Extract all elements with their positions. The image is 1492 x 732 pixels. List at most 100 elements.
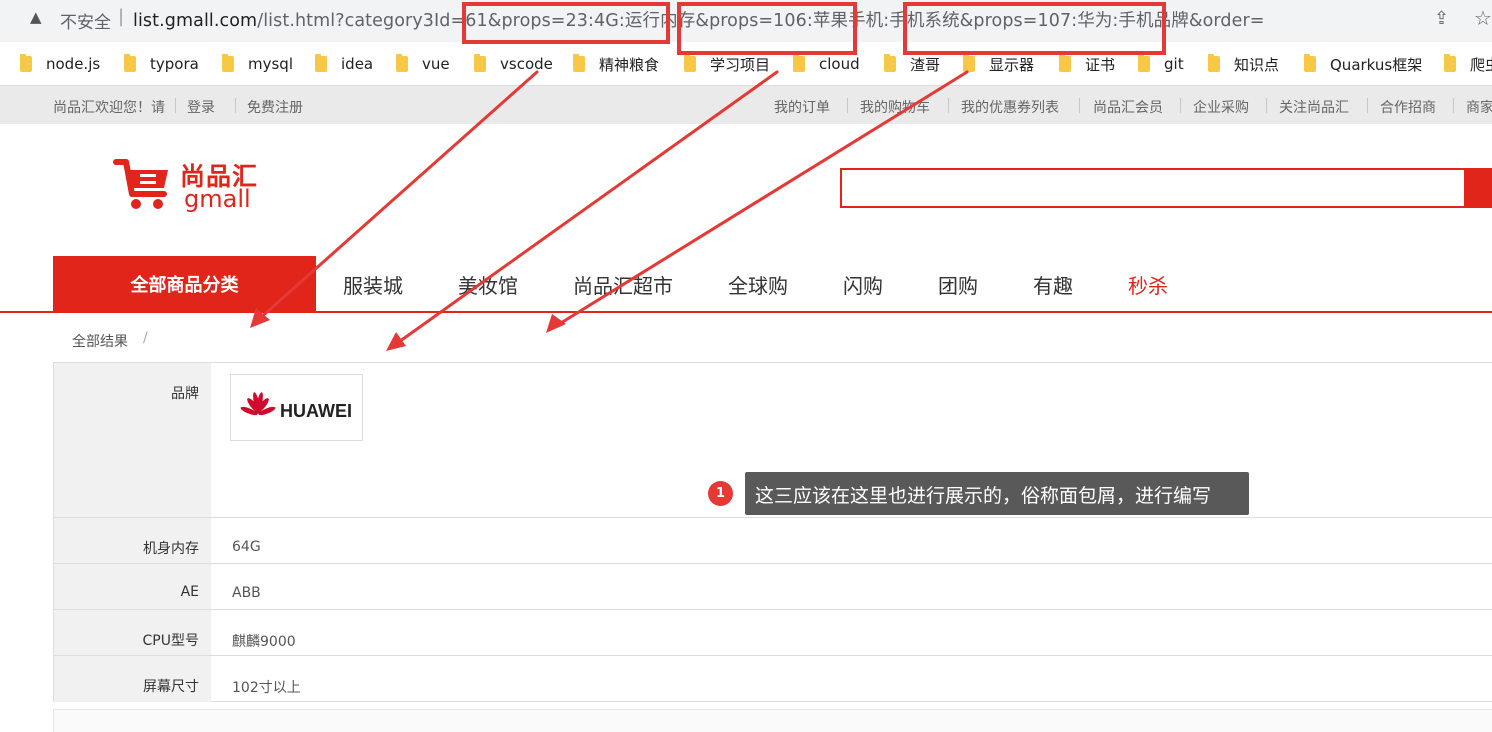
bookmark-item[interactable]: cloud bbox=[793, 54, 860, 74]
divider bbox=[1180, 98, 1181, 113]
nav-item-beauty[interactable]: 美妆馆 bbox=[458, 270, 518, 299]
url-host: list.gmall.com bbox=[133, 11, 258, 31]
attr-key-cell: 机身内存 bbox=[54, 518, 211, 563]
site-shortcut-bar: 尚品汇欢迎您！请 登录 免费注册 我的订单 我的购物车 我的优惠券列表 尚品汇会… bbox=[0, 86, 1492, 124]
search-input[interactable] bbox=[840, 168, 1466, 208]
all-categories-button[interactable]: 全部商品分类 bbox=[53, 256, 316, 312]
breadcrumb-all-results[interactable]: 全部结果 bbox=[72, 331, 128, 351]
folder-icon bbox=[793, 54, 805, 72]
search-button[interactable] bbox=[1464, 168, 1492, 208]
nav-item-fun[interactable]: 有趣 bbox=[1033, 270, 1073, 299]
divider bbox=[1367, 98, 1368, 113]
divider bbox=[235, 98, 236, 113]
login-link[interactable]: 登录 bbox=[187, 97, 215, 117]
attr-key-cell: 屏幕尺寸 bbox=[54, 656, 211, 702]
divider bbox=[1453, 98, 1454, 113]
attr-key: AE bbox=[180, 584, 199, 600]
nav-underline bbox=[0, 311, 1492, 313]
url-highlight-box bbox=[462, 2, 670, 44]
cart-logo-icon[interactable] bbox=[112, 156, 172, 214]
nav-item-clothing[interactable]: 服装城 bbox=[343, 270, 403, 299]
bookmark-item[interactable]: Quarkus框架 bbox=[1304, 54, 1422, 74]
attr-row: AE ABB bbox=[54, 564, 1492, 610]
bookmark-item[interactable]: vue bbox=[396, 54, 450, 74]
arrowhead bbox=[386, 332, 406, 351]
bookmark-item[interactable]: mysql bbox=[222, 54, 293, 74]
folder-icon bbox=[573, 54, 585, 72]
my-orders-link[interactable]: 我的订单 bbox=[774, 97, 830, 117]
arrowhead bbox=[546, 314, 566, 333]
folder-icon bbox=[396, 54, 408, 72]
attr-row: 屏幕尺寸 102寸以上 bbox=[54, 656, 1492, 702]
bookmark-item[interactable]: 知识点 bbox=[1208, 54, 1279, 74]
folder-icon bbox=[963, 54, 975, 72]
breadcrumb-separator: / bbox=[143, 330, 148, 346]
bookmark-item[interactable]: node.js bbox=[20, 54, 100, 74]
divider bbox=[1266, 98, 1267, 113]
my-coupons-link[interactable]: 我的优惠券列表 bbox=[961, 97, 1059, 117]
huawei-logo-icon: HUAWEI bbox=[240, 392, 352, 421]
divider bbox=[847, 98, 848, 113]
brand-label: 品牌 bbox=[171, 386, 199, 402]
attr-key: CPU型号 bbox=[142, 633, 199, 649]
bookmark-star-icon[interactable]: ☆ bbox=[1474, 6, 1492, 30]
annotation-tooltip: 这三应该在这里也进行展示的，俗称面包屑，进行编写 bbox=[745, 472, 1249, 515]
bookmark-item[interactable]: 爬虫 bbox=[1444, 54, 1492, 74]
bookmark-item[interactable]: vscode bbox=[474, 54, 553, 74]
attr-key-cell: AE bbox=[54, 564, 211, 609]
url-highlight-box bbox=[903, 2, 1166, 55]
partner-link[interactable]: 合作招商 bbox=[1380, 97, 1436, 117]
bookmark-item[interactable]: git bbox=[1138, 54, 1184, 74]
attr-row: CPU型号 麒麟9000 bbox=[54, 610, 1492, 656]
sort-bar bbox=[53, 709, 1492, 732]
bookmark-item[interactable]: 渣哥 bbox=[884, 54, 940, 74]
attr-key: 机身内存 bbox=[143, 541, 199, 557]
attr-value[interactable]: ABB bbox=[232, 585, 261, 601]
follow-link[interactable]: 关注尚品汇 bbox=[1279, 97, 1349, 117]
bookmark-item[interactable]: typora bbox=[124, 54, 199, 74]
attr-value[interactable]: 麒麟9000 bbox=[232, 631, 296, 651]
attr-key-cell: CPU型号 bbox=[54, 610, 211, 655]
nav-item-seckill[interactable]: 秒杀 bbox=[1128, 270, 1168, 299]
folder-icon bbox=[124, 54, 136, 72]
folder-icon bbox=[1444, 54, 1456, 72]
omnibox-separator: | bbox=[118, 6, 125, 27]
insecure-label[interactable]: 不安全 bbox=[60, 8, 111, 33]
bookmark-item[interactable]: 证书 bbox=[1059, 54, 1115, 74]
brand-key-cell: 品牌 bbox=[54, 363, 211, 517]
nav-item-global[interactable]: 全球购 bbox=[728, 270, 788, 299]
bookmark-item[interactable]: 显示器 bbox=[963, 54, 1034, 74]
svg-text:HUAWEI: HUAWEI bbox=[280, 401, 352, 421]
merchant-link[interactable]: 商家后台 bbox=[1466, 97, 1492, 117]
folder-icon bbox=[1304, 54, 1316, 72]
member-link[interactable]: 尚品汇会员 bbox=[1093, 97, 1163, 117]
folder-icon bbox=[20, 54, 32, 72]
nav-item-group[interactable]: 团购 bbox=[938, 270, 978, 299]
attr-value[interactable]: 64G bbox=[232, 539, 261, 555]
folder-icon bbox=[222, 54, 234, 72]
divider bbox=[175, 98, 176, 113]
warning-icon[interactable]: ▲ bbox=[30, 8, 42, 26]
logo-text-en[interactable]: gmall bbox=[184, 185, 251, 213]
url-highlight-box bbox=[677, 2, 857, 55]
annotation-number-badge: 1 bbox=[708, 481, 733, 506]
attr-row: 机身内存 64G bbox=[54, 518, 1492, 564]
bookmark-item[interactable]: 学习项目 bbox=[684, 54, 770, 74]
attr-value[interactable]: 102寸以上 bbox=[232, 677, 301, 697]
enterprise-purchase-link[interactable]: 企业采购 bbox=[1193, 97, 1249, 117]
attribute-selector: 品牌 HUAWEI 机身内存 64G AE ABB CPU型号 麒麟9000 屏… bbox=[53, 362, 1492, 702]
folder-icon bbox=[1208, 54, 1220, 72]
folder-icon bbox=[474, 54, 486, 72]
huawei-brand-logo[interactable]: HUAWEI bbox=[230, 374, 363, 441]
folder-icon bbox=[684, 54, 696, 72]
folder-icon bbox=[315, 54, 327, 72]
bookmark-item[interactable]: idea bbox=[315, 54, 373, 74]
nav-item-flash[interactable]: 闪购 bbox=[843, 270, 883, 299]
bookmark-item[interactable]: 精神粮食 bbox=[573, 54, 659, 74]
share-icon[interactable]: ⇪ bbox=[1434, 8, 1449, 29]
register-link[interactable]: 免费注册 bbox=[247, 97, 303, 117]
my-cart-link[interactable]: 我的购物车 bbox=[860, 97, 930, 117]
welcome-text: 尚品汇欢迎您！请 bbox=[53, 100, 165, 116]
nav-item-supermarket[interactable]: 尚品汇超市 bbox=[573, 270, 673, 299]
folder-icon bbox=[1138, 54, 1150, 72]
